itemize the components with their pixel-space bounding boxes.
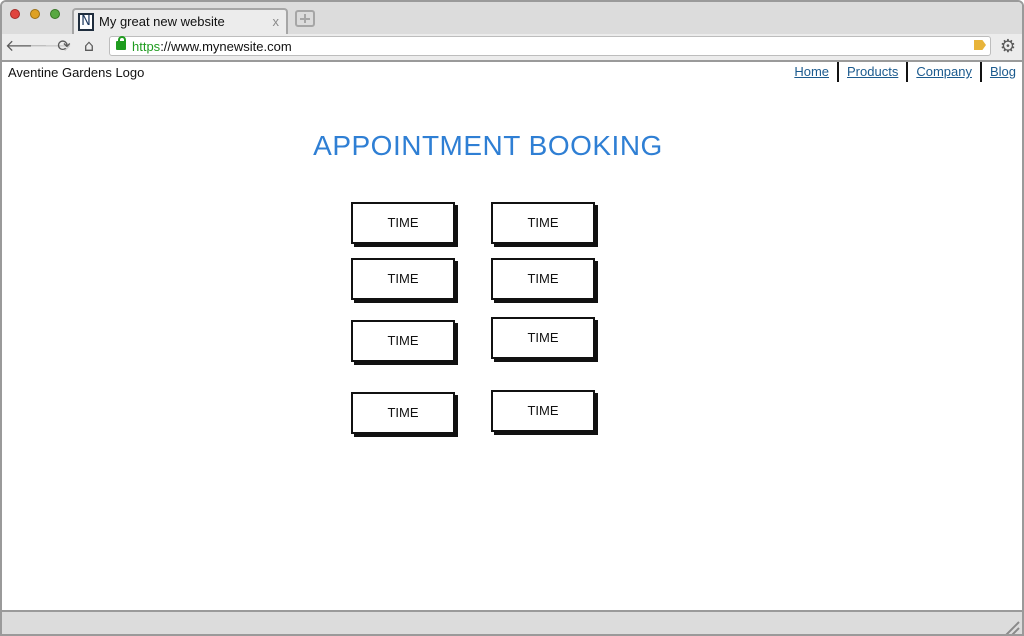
- bookmark-icon[interactable]: [974, 40, 986, 50]
- url-text[interactable]: https://www.mynewsite.com: [132, 39, 292, 54]
- time-slot-button[interactable]: TIME: [491, 258, 595, 300]
- nav-link-home[interactable]: Home: [786, 62, 837, 82]
- window-close-icon[interactable]: [10, 9, 20, 19]
- forward-icon[interactable]: 🡒: [29, 36, 72, 56]
- nav-link-company[interactable]: Company: [908, 62, 980, 82]
- time-slot-button[interactable]: TIME: [491, 202, 595, 244]
- new-tab-icon[interactable]: [295, 10, 315, 27]
- time-slot-button[interactable]: TIME: [351, 258, 455, 300]
- browser-toolbar: 🡐 🡒 ⟳ ⌂ https://www.mynewsite.com ⚙: [2, 34, 1022, 62]
- address-bar[interactable]: https://www.mynewsite.com: [109, 36, 991, 56]
- reload-icon[interactable]: ⟳: [54, 36, 74, 56]
- tab-title: My great new website: [99, 14, 225, 29]
- page-content: Aventine Gardens Logo Home Products Comp…: [2, 62, 1022, 610]
- window-minimize-icon[interactable]: [30, 9, 40, 19]
- lock-icon: [116, 36, 126, 50]
- time-slot-button[interactable]: TIME: [351, 202, 455, 244]
- back-icon[interactable]: 🡐: [5, 36, 48, 56]
- time-slot-button[interactable]: TIME: [491, 317, 595, 359]
- time-slot-button[interactable]: TIME: [351, 392, 455, 434]
- time-slot-button[interactable]: TIME: [491, 390, 595, 432]
- browser-tab[interactable]: N My great new website x: [72, 8, 288, 34]
- site-logo[interactable]: Aventine Gardens Logo: [8, 65, 144, 80]
- title-bar: N My great new website x: [2, 2, 1022, 34]
- browser-window: N My great new website x 🡐 🡒 ⟳ ⌂ https:/…: [0, 0, 1024, 636]
- status-bar: [2, 610, 1022, 636]
- gear-icon[interactable]: ⚙: [998, 37, 1018, 57]
- window-maximize-icon[interactable]: [50, 9, 60, 19]
- time-slot-button[interactable]: TIME: [351, 320, 455, 362]
- tab-close-icon[interactable]: x: [273, 14, 280, 29]
- nav-link-blog[interactable]: Blog: [982, 62, 1016, 82]
- page-title: APPOINTMENT BOOKING: [313, 130, 663, 161]
- url-host: ://www.mynewsite.com: [160, 39, 292, 54]
- main-nav: Home Products Company Blog: [786, 62, 1016, 82]
- favicon-icon: N: [78, 13, 94, 31]
- nav-link-products[interactable]: Products: [839, 62, 906, 82]
- url-scheme: https: [132, 39, 161, 54]
- home-icon[interactable]: ⌂: [79, 36, 99, 56]
- resize-grip-icon[interactable]: [1002, 618, 1020, 636]
